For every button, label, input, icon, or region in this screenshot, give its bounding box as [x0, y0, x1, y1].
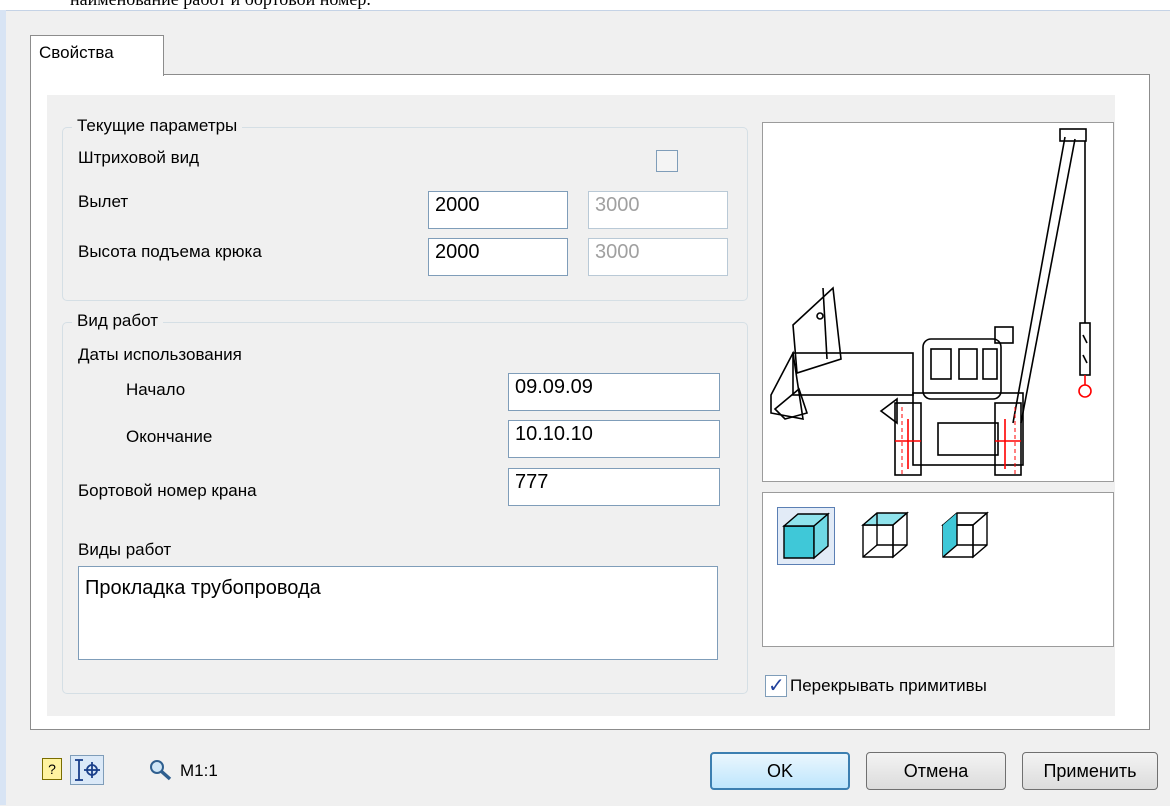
- cancel-button[interactable]: Отмена: [866, 752, 1006, 790]
- start-date-label: Начало: [126, 380, 186, 399]
- hook-height-label: Высота подъема крюка: [78, 242, 262, 261]
- view-style-shaded[interactable]: [777, 507, 835, 565]
- reach-input[interactable]: 2000: [428, 191, 568, 229]
- scale-label: M1:1: [180, 761, 218, 780]
- end-date-label: Окончание: [126, 427, 213, 446]
- tab-properties[interactable]: Свойства: [30, 35, 164, 76]
- ok-button[interactable]: OK: [710, 752, 850, 790]
- window-edge: [0, 10, 6, 805]
- work-types-label: Виды работ: [78, 540, 172, 559]
- start-date-input[interactable]: 09.09.09: [508, 373, 720, 411]
- view-style-wireframe[interactable]: [857, 507, 915, 565]
- reach-max-input: 3000: [588, 191, 728, 229]
- zoom-icon[interactable]: [148, 758, 174, 787]
- current-params-title: Текущие параметры: [72, 116, 243, 136]
- hook-height-input[interactable]: 2000: [428, 238, 568, 276]
- crane-preview: [762, 122, 1114, 482]
- solid-cube-icon: [782, 512, 830, 560]
- view-style-hidden[interactable]: [937, 507, 995, 565]
- wireframe-cube-icon: [861, 511, 909, 559]
- crane-number-label: Бортовой номер крана: [78, 481, 257, 500]
- apply-button[interactable]: Применить: [1022, 752, 1158, 790]
- pipelayer-crane-drawing: [770, 128, 1092, 476]
- hatch-view-checkbox[interactable]: [656, 150, 678, 172]
- hatch-view-label: Штриховой вид: [78, 148, 200, 167]
- hidden-line-cube-icon: [941, 511, 989, 559]
- dates-label: Даты использования: [78, 345, 242, 364]
- crane-number-input[interactable]: 777: [508, 468, 720, 506]
- work-types-textarea[interactable]: Прокладка трубопровода: [78, 566, 718, 660]
- view-style-panel: [762, 492, 1114, 647]
- cursor-pick-icon[interactable]: [70, 755, 104, 785]
- end-date-input[interactable]: 10.10.10: [508, 420, 720, 458]
- overlap-primitives-label: Перекрывать примитивы: [790, 676, 987, 695]
- reach-label: Вылет: [78, 192, 129, 211]
- work-group-title: Вид работ: [72, 311, 163, 331]
- hook-height-max-input: 3000: [588, 238, 728, 276]
- help-icon[interactable]: ?: [42, 758, 62, 780]
- top-caption: наименование работ и бортовой номер.: [0, 0, 1170, 10]
- tab-properties-label: Свойства: [39, 43, 114, 62]
- overlap-primitives-checkbox[interactable]: [765, 673, 787, 698]
